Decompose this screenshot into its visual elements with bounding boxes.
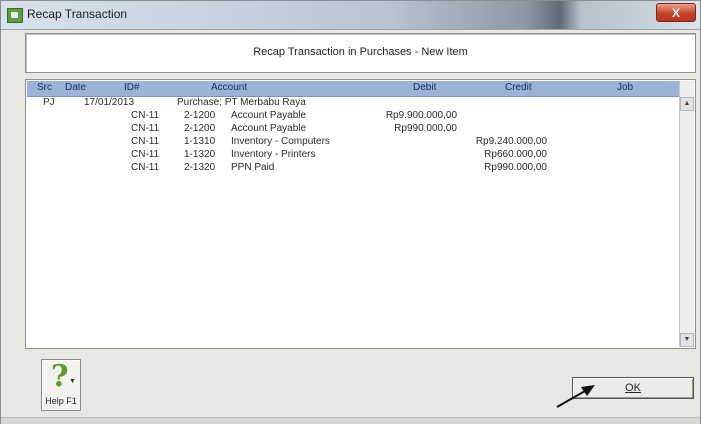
ok-button-label: OK bbox=[625, 382, 641, 394]
window-bottom-border bbox=[1, 417, 700, 424]
table-row[interactable]: CN-11 1-1320 Inventory - Printers Rp660.… bbox=[27, 149, 677, 162]
cell-credit: Rp9.240.000,00 bbox=[475, 136, 547, 147]
heading-panel: Recap Transaction in Purchases - New Ite… bbox=[25, 33, 696, 73]
cell-account: PPN Paid bbox=[231, 162, 275, 173]
column-header-src[interactable]: Src bbox=[37, 82, 52, 93]
cell-account: Purchase; PT Merbabu Raya bbox=[177, 97, 306, 108]
column-header-job[interactable]: Job bbox=[617, 82, 633, 93]
cell-debit: Rp9.900.000,00 bbox=[385, 110, 457, 121]
table-row[interactable]: CN-11 1-1310 Inventory - Computers Rp9.2… bbox=[27, 136, 677, 149]
cell-credit: Rp990.000,00 bbox=[484, 162, 547, 173]
table-row[interactable]: CN-11 2-1200 Account Payable Rp990.000,0… bbox=[27, 123, 677, 136]
transaction-grid[interactable]: Src Date ID# Account Debit Credit Job PJ… bbox=[25, 79, 696, 349]
cell-id: CN-11 bbox=[131, 110, 160, 121]
table-row[interactable]: CN-11 2-1200 Account Payable Rp9.900.000… bbox=[27, 110, 677, 123]
column-header-debit[interactable]: Debit bbox=[413, 82, 436, 93]
cell-credit: Rp660.000,00 bbox=[484, 149, 547, 160]
cell-id: CN-11 bbox=[131, 149, 160, 160]
scroll-up-icon[interactable]: ▲ bbox=[680, 97, 694, 111]
cell-account: Inventory - Printers bbox=[231, 149, 316, 160]
column-header-account[interactable]: Account bbox=[211, 82, 247, 93]
cell-account-no: 2-1320 bbox=[184, 162, 216, 173]
table-row[interactable]: PJ 17/01/2013 Purchase; PT Merbabu Raya bbox=[27, 97, 677, 110]
close-button[interactable]: X bbox=[656, 3, 696, 22]
column-header-credit[interactable]: Credit bbox=[505, 82, 532, 93]
cell-id: CN-11 bbox=[131, 123, 160, 134]
cell-id: CN-11 bbox=[131, 136, 160, 147]
cell-account-no: 2-1200 bbox=[184, 123, 216, 134]
window-title: Recap Transaction bbox=[27, 7, 128, 21]
grid-header: Src Date ID# Account Debit Credit Job bbox=[27, 81, 680, 97]
cell-account: Inventory - Computers bbox=[231, 136, 330, 147]
title-bar[interactable]: Recap Transaction X bbox=[1, 1, 700, 30]
cell-account-no: 1-1310 bbox=[184, 136, 216, 147]
column-header-date[interactable]: Date bbox=[65, 82, 86, 93]
window-app-icon bbox=[7, 8, 23, 23]
dropdown-caret-icon: ▼ bbox=[69, 378, 76, 385]
vertical-scrollbar[interactable]: ▲ ▼ bbox=[679, 81, 694, 347]
heading-title: Recap Transaction in Purchases - New Ite… bbox=[253, 46, 468, 58]
cell-id: CN-11 bbox=[131, 162, 160, 173]
scroll-down-icon[interactable]: ▼ bbox=[680, 333, 694, 347]
help-button[interactable]: ? ▼ Help F1 bbox=[41, 359, 81, 411]
table-row[interactable]: CN-11 2-1320 PPN Paid Rp990.000,00 bbox=[27, 162, 677, 175]
cell-account-no: 2-1200 bbox=[184, 110, 216, 121]
cell-date: 17/01/2013 bbox=[84, 97, 135, 108]
question-mark-icon: ? bbox=[51, 359, 69, 394]
pointer-arrow-icon bbox=[556, 385, 595, 408]
cell-src: PJ bbox=[43, 97, 55, 108]
cell-account: Account Payable bbox=[231, 110, 307, 121]
recap-transaction-window: Recap Transaction X Recap Transaction in… bbox=[0, 0, 701, 424]
column-header-id[interactable]: ID# bbox=[124, 82, 140, 93]
cell-account-no: 1-1320 bbox=[184, 149, 216, 160]
cell-debit: Rp990.000,00 bbox=[394, 123, 457, 134]
cell-account: Account Payable bbox=[231, 123, 307, 134]
help-button-label: Help F1 bbox=[45, 396, 77, 406]
